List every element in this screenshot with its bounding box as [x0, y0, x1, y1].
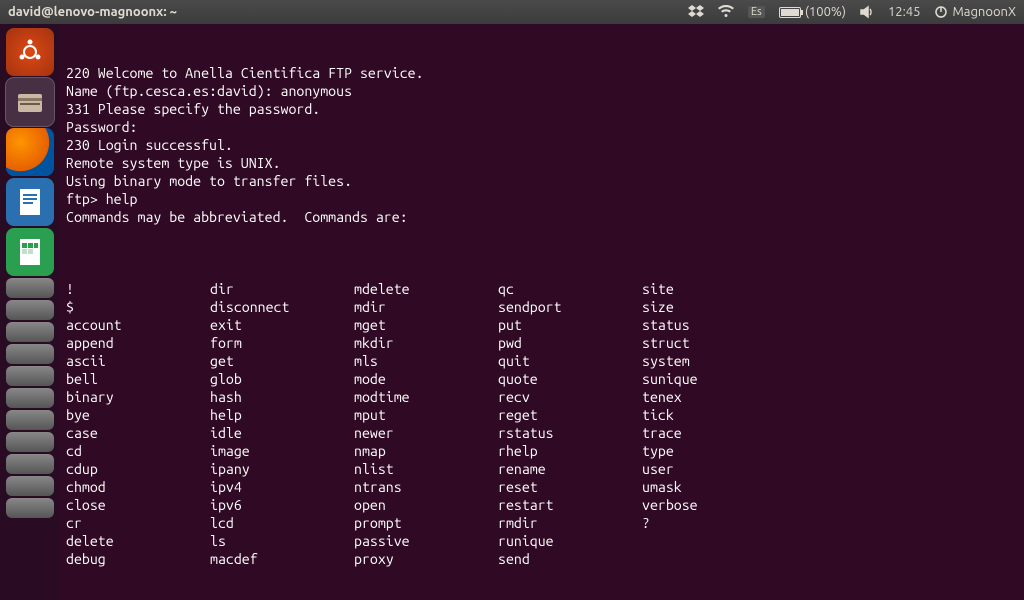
unity-launcher	[0, 24, 60, 600]
launcher-app-14[interactable]	[6, 454, 54, 474]
session-menu[interactable]: MagnoonX	[934, 5, 1016, 19]
launcher-app-11[interactable]	[6, 388, 54, 408]
battery-percent: (100%)	[805, 5, 846, 19]
firefox-app-icon[interactable]	[6, 128, 54, 176]
launcher-app-12[interactable]	[6, 410, 54, 430]
dash-icon[interactable]	[6, 28, 54, 76]
files-app-icon[interactable]	[6, 78, 54, 126]
volume-icon[interactable]	[860, 5, 874, 19]
libreoffice-writer-icon[interactable]	[6, 178, 54, 226]
launcher-app-10[interactable]	[6, 366, 54, 386]
libreoffice-calc-icon[interactable]	[6, 228, 54, 276]
ftp-help-table: !dirmdeleteqcsite$disconnectmdirsendport…	[66, 280, 1018, 568]
dropbox-icon[interactable]	[688, 5, 704, 19]
terminal-output-pre: 220 Welcome to Anella Cientifica FTP ser…	[66, 64, 1018, 244]
terminal-window[interactable]: 220 Welcome to Anella Cientifica FTP ser…	[60, 24, 1024, 600]
launcher-app-7[interactable]	[6, 300, 54, 320]
clock[interactable]: 12:45	[888, 5, 921, 19]
wifi-icon[interactable]	[718, 5, 734, 19]
battery-indicator[interactable]: (100%)	[779, 5, 846, 19]
launcher-app-9[interactable]	[6, 344, 54, 364]
top-menu-bar: david@lenovo-magnoonx: ~ Es (100%) 12:45…	[0, 0, 1024, 24]
launcher-app-15[interactable]	[6, 476, 54, 496]
window-title: david@lenovo-magnoonx: ~	[8, 5, 177, 19]
launcher-app-8[interactable]	[6, 322, 54, 342]
launcher-app-16[interactable]	[6, 498, 54, 518]
launcher-app-6[interactable]	[6, 278, 54, 298]
launcher-app-13[interactable]	[6, 432, 54, 452]
session-user: MagnoonX	[952, 5, 1016, 19]
keyboard-language-indicator[interactable]: Es	[748, 6, 765, 18]
